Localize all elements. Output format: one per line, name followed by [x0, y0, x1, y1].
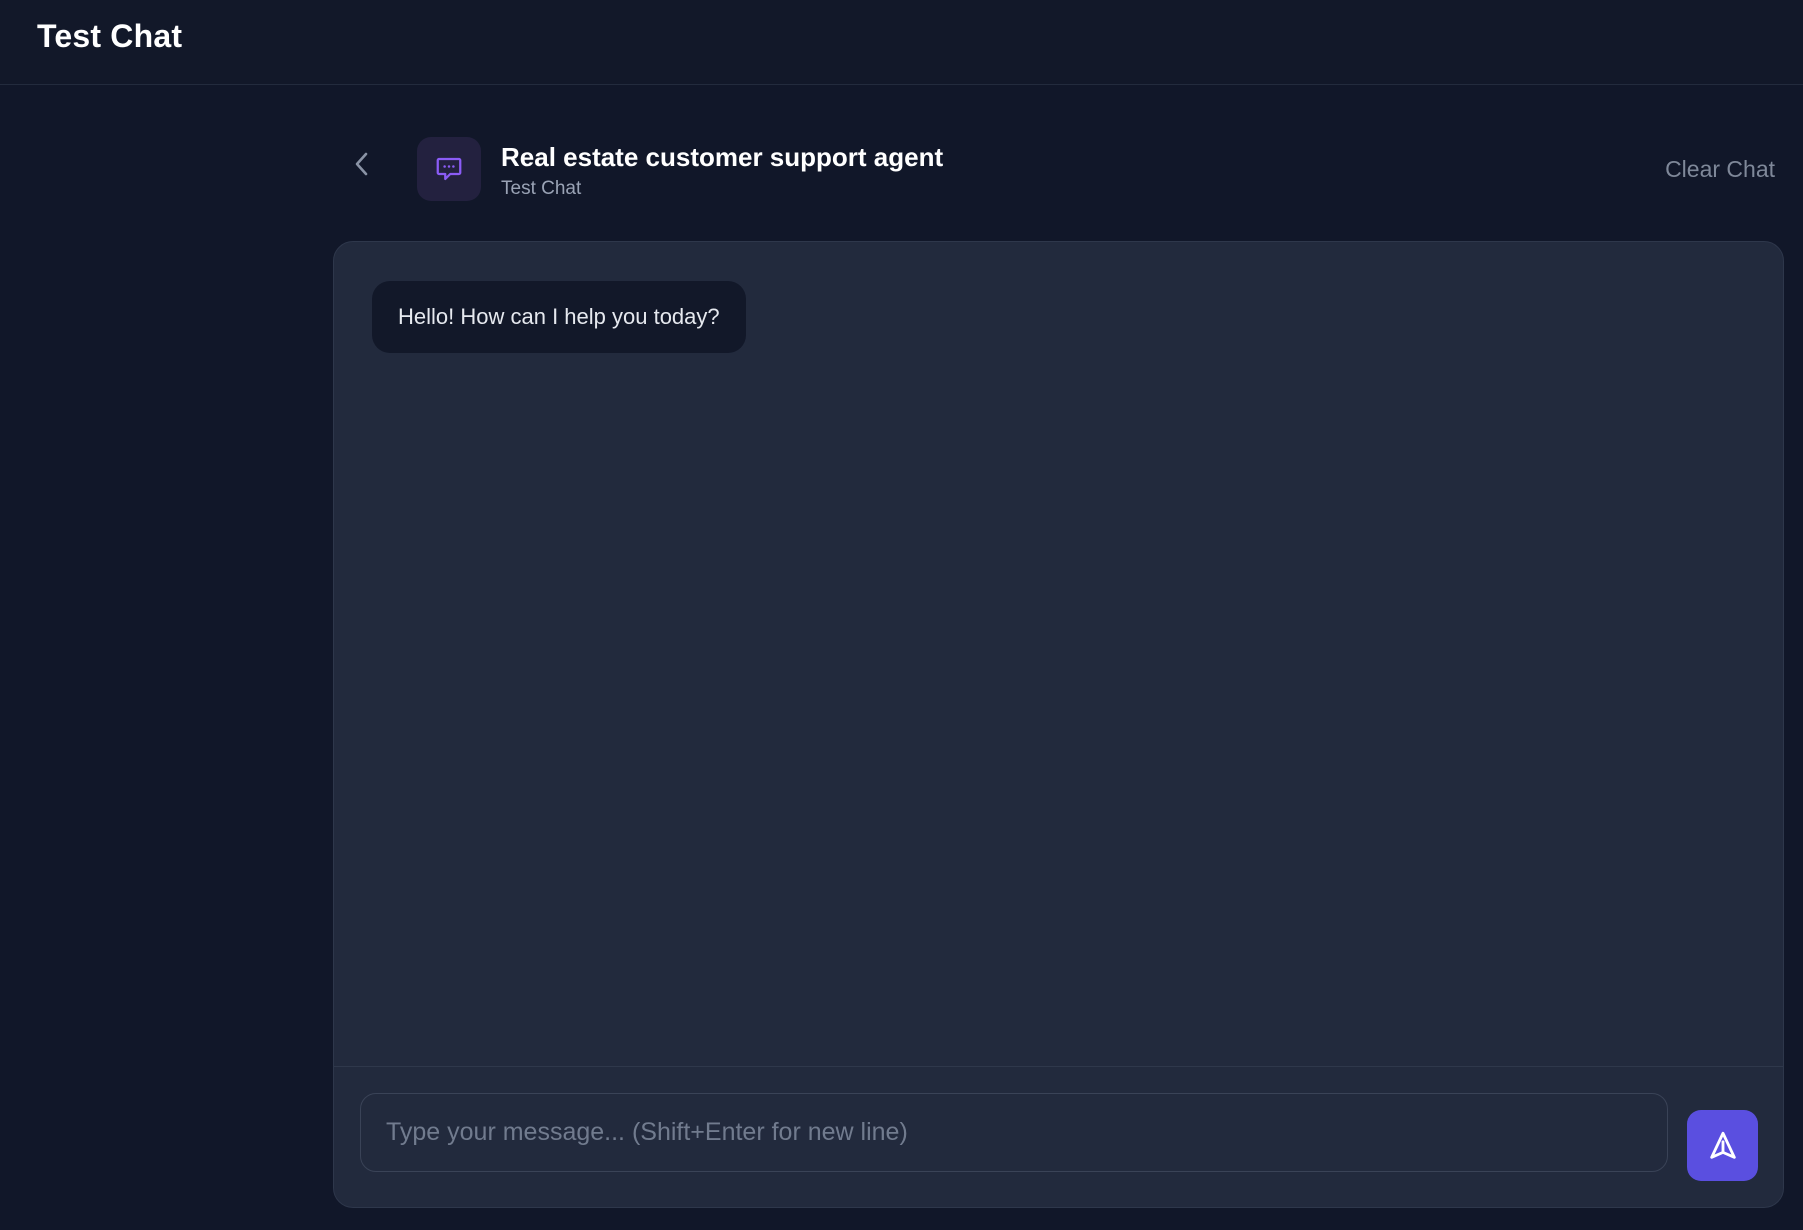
app-title: Test Chat — [37, 18, 183, 54]
agent-avatar — [417, 137, 481, 201]
message-input[interactable] — [360, 1093, 1668, 1172]
chat-header: Real estate customer support agent Test … — [333, 130, 1783, 210]
chat-bubble-dots-icon — [436, 157, 462, 181]
assistant-message: Hello! How can I help you today? — [372, 281, 746, 353]
top-bar: Test Chat — [0, 0, 1803, 85]
message-list: Hello! How can I help you today? — [334, 242, 1783, 1066]
agent-subtitle: Test Chat — [501, 178, 582, 199]
chat-panel: Hello! How can I help you today? — [333, 241, 1784, 1208]
composer — [334, 1066, 1783, 1207]
send-button[interactable] — [1687, 1110, 1758, 1181]
clear-chat-button[interactable]: Clear Chat — [1665, 156, 1775, 183]
agent-name: Real estate customer support agent — [501, 142, 944, 172]
chevron-left-icon — [355, 152, 368, 176]
back-button[interactable] — [346, 148, 378, 180]
send-arrow-icon — [1709, 1131, 1736, 1159]
